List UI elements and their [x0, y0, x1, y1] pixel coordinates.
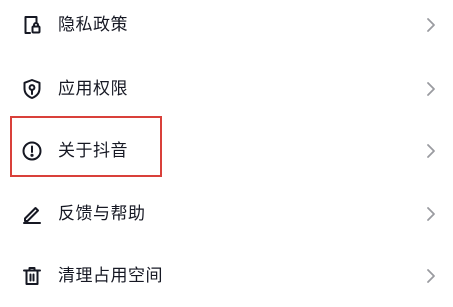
- menu-item-app-permissions[interactable]: 应用权限: [0, 57, 453, 119]
- menu-item-feedback-help[interactable]: 反馈与帮助: [0, 182, 453, 244]
- chevron-right-icon: [424, 267, 438, 285]
- menu-item-clear-storage[interactable]: 清理占用空间: [0, 245, 453, 307]
- info-circle-icon: [20, 139, 44, 163]
- chevron-right-icon: [424, 16, 438, 34]
- pencil-icon: [20, 202, 44, 226]
- chevron-right-icon: [424, 142, 438, 160]
- trash-icon: [20, 264, 44, 288]
- menu-item-about-douyin[interactable]: 关于抖音: [0, 120, 453, 182]
- chevron-right-icon: [424, 205, 438, 223]
- chevron-right-icon: [424, 80, 438, 98]
- menu-item-label: 清理占用空间: [58, 266, 163, 286]
- menu-item-label: 应用权限: [58, 79, 128, 99]
- menu-item-label: 隐私政策: [58, 15, 128, 35]
- settings-menu-list: 隐私政策 应用权限 关于抖音 反馈与帮助 清理占用空间: [0, 0, 453, 297]
- menu-item-privacy-policy[interactable]: 隐私政策: [0, 0, 453, 56]
- menu-item-label: 关于抖音: [58, 141, 128, 161]
- privacy-policy-icon: [20, 13, 44, 37]
- shield-icon: [20, 77, 44, 101]
- menu-item-label: 反馈与帮助: [58, 204, 146, 224]
